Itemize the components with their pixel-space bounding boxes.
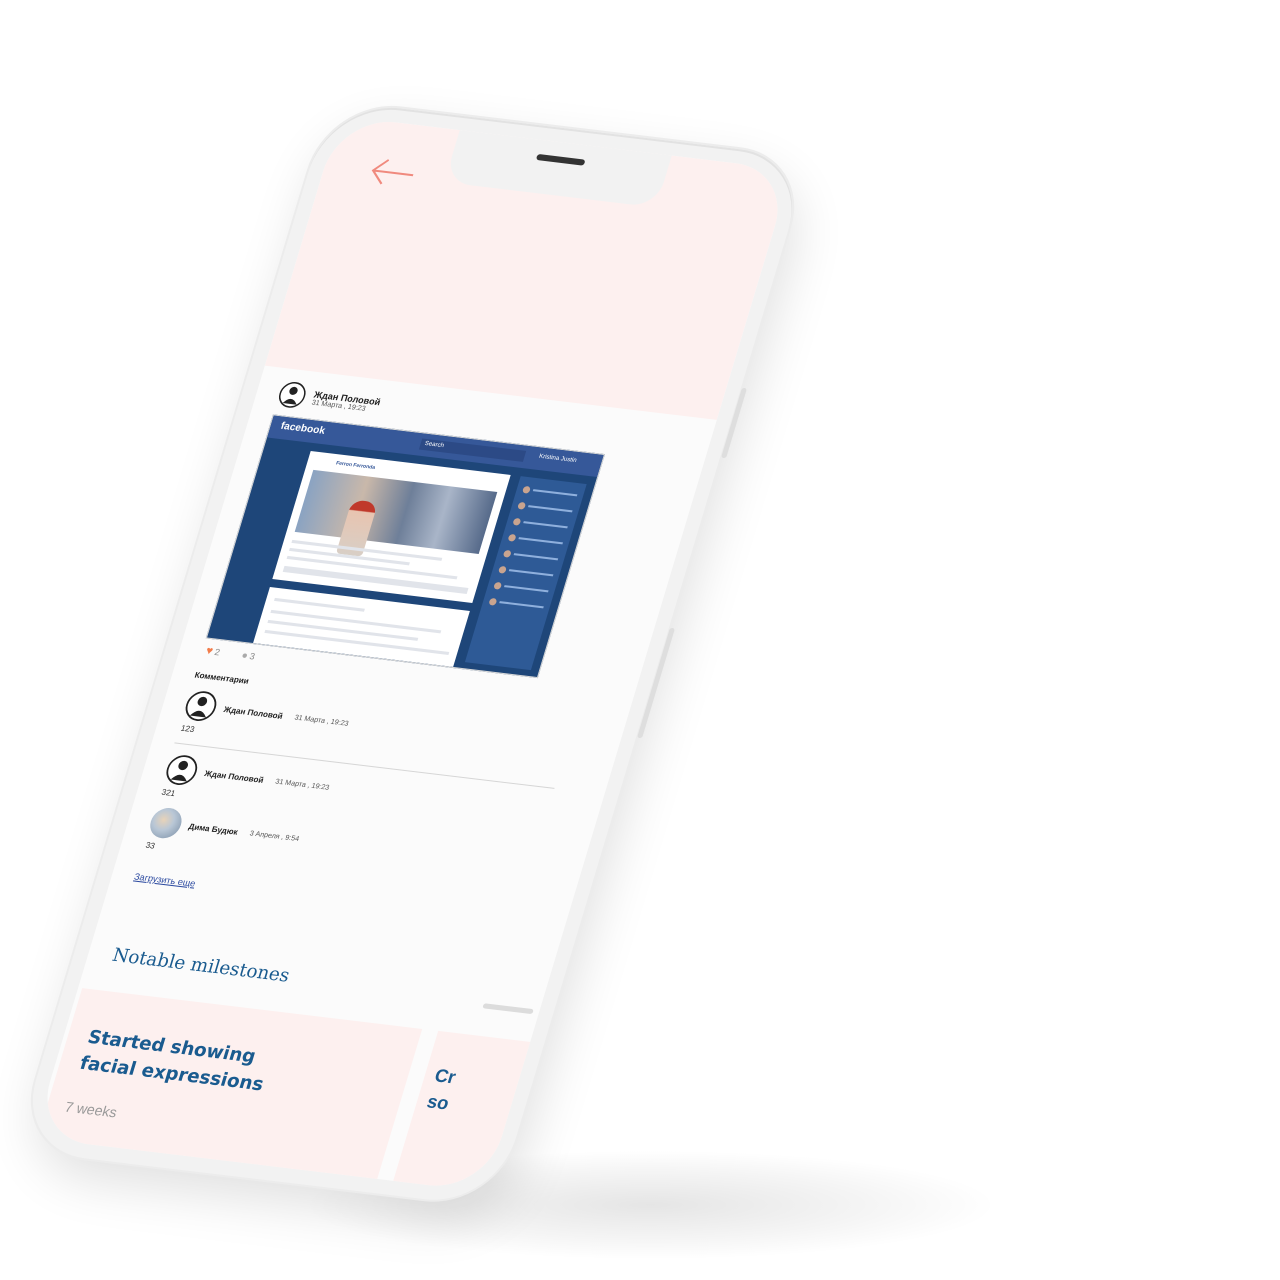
embedded-user: Kristina Justin [538, 453, 578, 465]
embedded-friend [502, 549, 559, 563]
embedded-friend [517, 501, 573, 515]
milestone-title: Started showing facial expressions [77, 1026, 267, 1096]
comment-date: 3 Апреля , 9:54 [248, 829, 301, 843]
milestone-title: Cr so [424, 1065, 459, 1114]
phone-screen: Ждан Половой 31 Марта , 19:23 facebook S… [33, 115, 792, 1192]
phone-frame: Ждан Половой 31 Марта , 19:23 facebook S… [15, 100, 810, 1208]
embedded-logo: facebook [279, 420, 327, 437]
milestones-heading: Notable milestones [109, 944, 293, 987]
embedded-friend [493, 581, 549, 595]
like-count: 2 [213, 646, 222, 658]
embedded-friend [522, 485, 578, 499]
embedded-card-author: Ferron Ferronda [335, 460, 376, 471]
embedded-friend [488, 597, 544, 611]
embedded-photo [294, 469, 498, 557]
carousel-scrollbar[interactable] [482, 1003, 534, 1015]
avatar [146, 806, 186, 840]
person-icon [185, 691, 217, 721]
person-icon [278, 382, 306, 408]
embedded-text-line [267, 619, 419, 641]
speaker [535, 153, 586, 166]
embedded-friend [498, 565, 554, 579]
embedded-search: Search [418, 438, 527, 462]
embedded-comment-box [282, 565, 469, 594]
device-stage: Ждан Половой 31 Марта , 19:23 facebook S… [15, 90, 1130, 1208]
power-button [721, 387, 747, 459]
like-button[interactable]: ♥2 [204, 645, 221, 659]
milestone-age: 7 weeks [63, 1098, 120, 1121]
post: Ждан Половой 31 Марта , 19:23 facebook S… [132, 380, 673, 931]
embedded-friend [507, 533, 564, 547]
comment-date: 31 Марта , 19:23 [274, 777, 331, 792]
embedded-post-card: Ferron Ferronda [272, 450, 511, 603]
embedded-text-line [274, 597, 365, 612]
milestone-card[interactable]: Started showing facial expressions 7 wee… [33, 988, 423, 1192]
comment-author[interactable]: Дима Будюк [188, 821, 240, 836]
load-more-link[interactable]: Загрузить еще [133, 871, 197, 888]
person-icon [166, 755, 198, 785]
comment-author[interactable]: Ждан Половой [223, 704, 284, 720]
comment-author[interactable]: Ждан Половой [203, 768, 264, 784]
arrow-left-icon [371, 159, 414, 185]
comment-count: 3 [248, 650, 257, 662]
comment-button[interactable]: ●3 [240, 650, 256, 663]
post-meta: Ждан Половой 31 Марта , 19:23 [311, 389, 382, 414]
comment-date: 31 Марта , 19:23 [293, 713, 350, 728]
embedded-friend [512, 517, 568, 531]
back-button[interactable] [365, 155, 420, 191]
post-image[interactable]: facebook Search Kristina Justin Ferron F… [205, 414, 606, 679]
